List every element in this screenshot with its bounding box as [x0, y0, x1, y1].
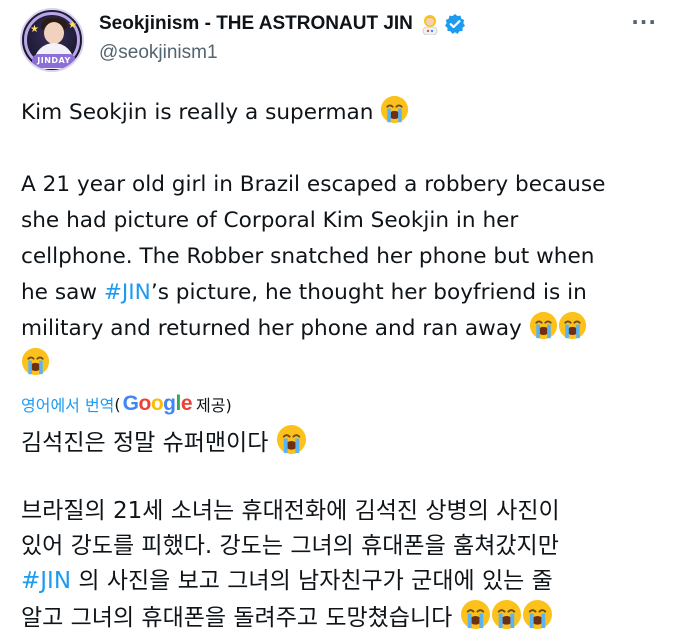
- translated-line: #JIN 의 사진을 보고 그녀의 남자친구가 군대에 있는 줄: [21, 564, 666, 599]
- google-letter: e: [180, 392, 193, 415]
- tweet-line: she had picture of Corporal Kim Seokjin …: [21, 208, 519, 233]
- google-letter: o: [138, 392, 152, 415]
- tweet-text-span: ’s picture, he thought her boyfriend is …: [150, 280, 587, 305]
- author-handle[interactable]: @seokjinism1: [99, 42, 218, 64]
- google-letter: o: [150, 392, 164, 415]
- provided-by-label: 제공): [196, 396, 232, 415]
- avatar-face: [44, 22, 64, 44]
- display-name[interactable]: Seokjinism - THE ASTRONAUT JIN: [99, 13, 413, 35]
- more-options-button[interactable]: ···: [631, 10, 657, 34]
- avatar[interactable]: ★ ★ JINDAY: [20, 8, 84, 72]
- translated-from-link[interactable]: 영어에서 번역: [21, 392, 114, 416]
- translation-attribution: 영어에서 번역 ( Google 제공): [21, 392, 232, 416]
- tweet-line: he saw #JIN’s picture, he thought her bo…: [21, 275, 661, 311]
- tweet-text-span: Kim Seokjin is really a superman: [21, 100, 374, 125]
- loudly-crying-face-icon: [21, 347, 50, 376]
- translated-text-span: 의 사진을 보고 그녀의 남자친구가 군대에 있는 줄: [71, 568, 553, 594]
- open-paren: (: [114, 394, 121, 414]
- tweet-text: Kim Seokjin is really a superman A 21 ye…: [21, 95, 661, 383]
- tweet-text-span: he saw: [21, 280, 104, 305]
- tweet-line: military and returned her phone and ran …: [21, 311, 661, 347]
- star-icon: ★: [30, 24, 39, 35]
- hashtag-link[interactable]: #JIN: [21, 568, 71, 594]
- translated-text-span: 알고 그녀의 휴대폰을 돌려주고 도망쳤습니다: [21, 605, 453, 631]
- tweet-line: Kim Seokjin is really a superman: [21, 95, 661, 131]
- loudly-crying-face-icon: [380, 95, 409, 124]
- loudly-crying-face-icon: [491, 599, 522, 630]
- translated-text: 김석진은 정말 슈퍼맨이다 브라질의 21세 소녀는 휴대전화에 김석진 상병의…: [21, 424, 666, 636]
- loudly-crying-face-icon: [558, 311, 587, 340]
- hashtag-link[interactable]: #JIN: [104, 280, 151, 305]
- verified-badge-icon: [444, 13, 466, 35]
- google-letter: g: [163, 392, 176, 415]
- tweet-line: A 21 year old girl in Brazil escaped a r…: [21, 172, 606, 197]
- translated-line: 알고 그녀의 휴대폰을 돌려주고 도망쳤습니다: [21, 599, 666, 636]
- translated-text-span: 김석진은 정말 슈퍼맨이다: [21, 430, 269, 456]
- loudly-crying-face-icon: [522, 599, 553, 630]
- translated-line: 있어 강도를 피했다. 강도는 그녀의 휴대폰을 훔쳐갔지만: [21, 533, 559, 559]
- translated-line: 브라질의 21세 소녀는 휴대전화에 김석진 상병의 사진이: [21, 498, 560, 524]
- loudly-crying-face-icon: [529, 311, 558, 340]
- tweet-line: [21, 347, 661, 383]
- star-icon: ★: [68, 20, 77, 31]
- loudly-crying-face-icon: [460, 599, 491, 630]
- tweet-line: cellphone. The Robber snatched her phone…: [21, 244, 595, 269]
- loudly-crying-face-icon: [276, 424, 307, 455]
- tweet-text-span: military and returned her phone and ran …: [21, 316, 522, 341]
- translated-line: 김석진은 정말 슈퍼맨이다: [21, 424, 666, 461]
- author-name-row: Seokjinism - THE ASTRONAUT JIN: [99, 11, 466, 37]
- avatar-badge: JINDAY: [32, 54, 76, 68]
- google-letter: G: [122, 392, 139, 415]
- google-logo: Google: [122, 392, 193, 416]
- astronaut-emoji-icon: [419, 13, 441, 36]
